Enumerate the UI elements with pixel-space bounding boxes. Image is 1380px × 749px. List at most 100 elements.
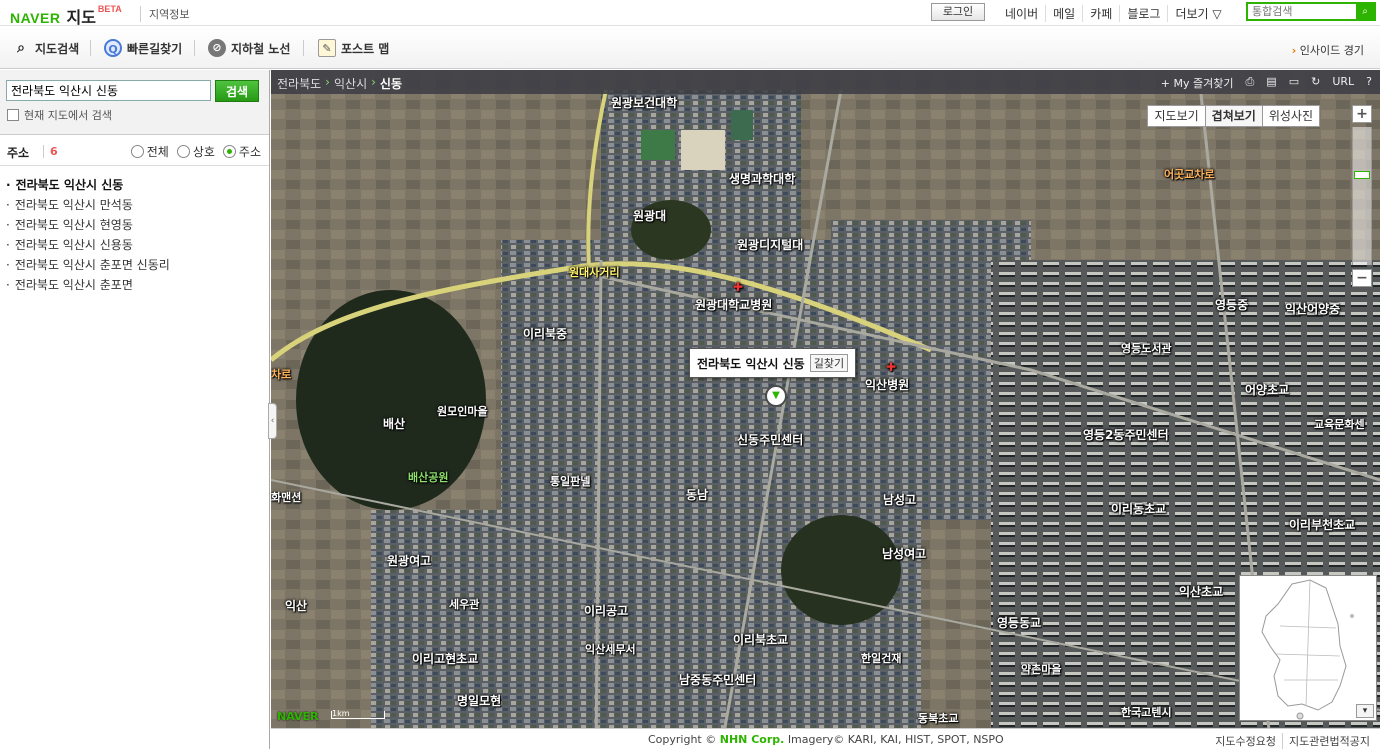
breadcrumb-city[interactable]: 익산시 bbox=[334, 75, 367, 92]
map-label[interactable]: 한국고텐시 bbox=[1121, 704, 1172, 720]
help-icon[interactable]: ? bbox=[1366, 75, 1372, 91]
map-label[interactable]: 원광대 bbox=[633, 207, 666, 224]
legal-notice-link[interactable]: 지도관련법적공지 bbox=[1282, 733, 1376, 749]
list-item[interactable]: 전라북도 익산시 신용동 bbox=[6, 236, 170, 256]
map-label[interactable]: 약촌마을 bbox=[1021, 661, 1061, 677]
map-label[interactable]: 통일판넬 bbox=[550, 473, 590, 489]
map-view[interactable]: 전라북도 › 익산시 › 신동 + My 즐겨찾기 ⎙ ▤ ▭ ↻ URL ? 지도… bbox=[271, 70, 1380, 749]
list-item[interactable]: 전라북도 익산시 춘포면 bbox=[6, 276, 170, 296]
favorites-button[interactable]: + My 즐겨찾기 bbox=[1161, 75, 1234, 91]
search-icon[interactable]: ⌕ bbox=[1356, 4, 1374, 19]
map-label[interactable]: 신동주민센터 bbox=[737, 431, 803, 448]
map-label[interactable]: 원광대학교병원 bbox=[695, 296, 772, 313]
directions-button[interactable]: 길찾기 bbox=[809, 354, 849, 372]
breadcrumb-dong[interactable]: 신동 bbox=[380, 75, 402, 92]
filter-business[interactable]: 상호 bbox=[176, 143, 215, 160]
zoom-slider[interactable] bbox=[1352, 127, 1372, 265]
location-pin-icon[interactable]: ▼ bbox=[765, 385, 787, 407]
map-label[interactable]: 세우관 bbox=[449, 596, 479, 612]
map-label[interactable]: 익산 bbox=[285, 597, 307, 614]
map-label[interactable]: 교육문화센 bbox=[1314, 416, 1365, 432]
current-map-search-option[interactable]: 현재 지도에서 검색 bbox=[7, 107, 112, 123]
filter-address[interactable]: 주소 bbox=[222, 143, 261, 160]
map-edit-request-link[interactable]: 지도수정요청 bbox=[1209, 733, 1282, 749]
map-label[interactable]: 원광디지털대 bbox=[737, 236, 803, 253]
map-label[interactable]: 원대사거리 bbox=[569, 264, 620, 280]
map-label[interactable]: 화맨션 bbox=[271, 489, 301, 505]
link-cafe[interactable]: 카페 bbox=[1082, 5, 1119, 22]
result-header: 주소 6 전체 상호 주소 bbox=[0, 136, 269, 166]
map-label[interactable]: 남중동주민센터 bbox=[679, 671, 756, 688]
ruler-icon[interactable]: ▭ bbox=[1289, 75, 1299, 91]
map-type-hybrid[interactable]: 겹쳐보기 bbox=[1204, 105, 1263, 127]
refresh-icon[interactable]: ↻ bbox=[1311, 75, 1320, 91]
overview-minimap[interactable]: ▾ bbox=[1239, 575, 1377, 721]
zoom-in-button[interactable]: + bbox=[1352, 105, 1372, 123]
zoom-out-button[interactable]: − bbox=[1352, 269, 1372, 287]
map-label[interactable]: 한일건재 bbox=[861, 650, 901, 666]
address-search-input[interactable] bbox=[6, 80, 211, 101]
map-label[interactable]: 명일모현 bbox=[457, 692, 501, 709]
menu-post-map[interactable]: ✎ 포스트 맵 bbox=[318, 39, 389, 57]
menu-map-search[interactable]: ⌕ 지도검색 bbox=[12, 39, 79, 57]
map-type-map[interactable]: 지도보기 bbox=[1147, 105, 1206, 127]
menu-subway[interactable]: ⊘ 지하철 노선 bbox=[208, 39, 290, 57]
map-label[interactable]: 원모인마을 bbox=[437, 403, 488, 419]
popup-title: 전라북도 익산시 신동 bbox=[697, 356, 805, 371]
map-label[interactable]: 남성여고 bbox=[882, 545, 926, 562]
chevron-down-icon[interactable]: ▾ bbox=[1356, 704, 1374, 718]
map-label[interactable]: 익산어양중 bbox=[1285, 300, 1340, 317]
hospital-icon[interactable]: ✚ bbox=[733, 280, 743, 294]
login-button[interactable]: 로그인 bbox=[931, 3, 985, 21]
map-label[interactable]: 배산 bbox=[383, 415, 405, 432]
global-search-input[interactable] bbox=[1248, 4, 1356, 19]
map-label[interactable]: 어곳교차로 bbox=[1164, 166, 1215, 182]
map-label[interactable]: 배산공원 bbox=[408, 469, 448, 485]
map-label[interactable]: 익산세무서 bbox=[585, 641, 636, 657]
map-label[interactable]: 동북초교 bbox=[918, 710, 958, 726]
breadcrumb-province[interactable]: 전라북도 bbox=[277, 75, 321, 92]
list-item[interactable]: 전라북도 익산시 만석동 bbox=[6, 196, 170, 216]
map-label[interactable]: 동남 bbox=[686, 486, 708, 503]
map-label[interactable]: 이리공고 bbox=[584, 602, 628, 619]
list-item[interactable]: 전라북도 익산시 신동 bbox=[6, 176, 170, 196]
insight-link[interactable]: › 인사이드 경기 bbox=[1292, 42, 1364, 58]
link-naver[interactable]: 네이버 bbox=[998, 5, 1045, 22]
current-map-checkbox[interactable] bbox=[7, 109, 19, 121]
map-label[interactable]: 남성고 bbox=[883, 491, 916, 508]
map-label[interactable]: 생명과학대학 bbox=[729, 170, 795, 187]
list-item[interactable]: 전라북도 익산시 현영동 bbox=[6, 216, 170, 236]
map-label[interactable]: 영등2동주민센터 bbox=[1083, 426, 1169, 443]
region-info-link[interactable]: 지역정보 bbox=[140, 6, 189, 22]
save-icon[interactable]: ▤ bbox=[1266, 75, 1276, 91]
map-label[interactable]: 이리부천초교 bbox=[1289, 516, 1355, 533]
map-label[interactable]: 영등도서관 bbox=[1121, 340, 1172, 356]
zoom-slider-handle[interactable] bbox=[1354, 171, 1370, 179]
map-label[interactable]: 이리고현초교 bbox=[412, 650, 478, 667]
naver-map-logo[interactable]: NAVER 지도BETA bbox=[10, 4, 122, 28]
map-label[interactable]: 차로 bbox=[271, 366, 291, 382]
map-label[interactable]: 이리북초교 bbox=[733, 631, 788, 648]
map-label[interactable]: 원광보건대학 bbox=[611, 94, 677, 111]
link-more[interactable]: 더보기 ▽ bbox=[1167, 5, 1228, 22]
map-label[interactable]: 익산병원 bbox=[865, 376, 909, 393]
search-button[interactable]: 검색 bbox=[215, 80, 259, 102]
link-mail[interactable]: 메일 bbox=[1045, 5, 1082, 22]
list-item[interactable]: 전라북도 익산시 춘포면 신동리 bbox=[6, 256, 170, 276]
map-label[interactable]: 영등동교 bbox=[997, 614, 1041, 631]
filter-all[interactable]: 전체 bbox=[130, 143, 169, 160]
hospital-icon[interactable]: ✚ bbox=[886, 360, 896, 374]
map-label[interactable]: 이리북중 bbox=[523, 325, 567, 342]
url-button[interactable]: URL bbox=[1332, 75, 1354, 91]
panel-collapse-handle[interactable]: ‹ bbox=[268, 403, 277, 439]
menu-quick-route[interactable]: Q 빠른길찾기 bbox=[104, 39, 182, 57]
print-icon[interactable]: ⎙ bbox=[1245, 75, 1254, 91]
map-label[interactable]: 영등중 bbox=[1215, 296, 1248, 313]
map-label[interactable]: 익산초교 bbox=[1179, 583, 1223, 600]
link-blog[interactable]: 블로그 bbox=[1119, 5, 1167, 22]
map-label[interactable]: 이리동초교 bbox=[1111, 500, 1166, 517]
map-type-satellite[interactable]: 위성사진 bbox=[1261, 105, 1320, 127]
map-label[interactable]: 원광여고 bbox=[387, 552, 431, 569]
map-label[interactable]: 어양초교 bbox=[1245, 381, 1289, 398]
menu-bar: ⌕ 지도검색 Q 빠른길찾기 ⊘ 지하철 노선 ✎ 포스트 맵 › 인사이드 경… bbox=[0, 27, 1380, 69]
